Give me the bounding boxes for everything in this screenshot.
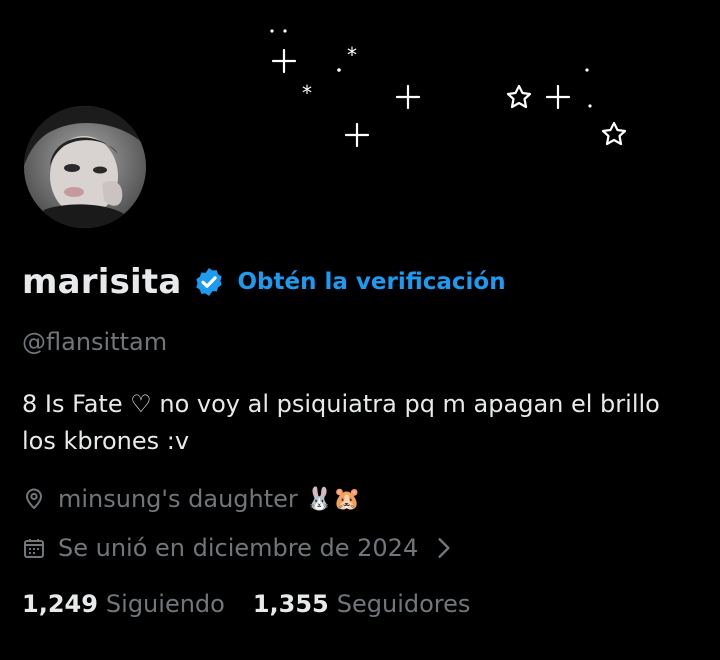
svg-text:*: * bbox=[347, 43, 357, 67]
verified-badge-icon[interactable] bbox=[193, 266, 225, 298]
joined-row[interactable]: Se unió en diciembre de 2024 bbox=[22, 534, 468, 562]
avatar[interactable] bbox=[22, 104, 148, 230]
sparkle-2 bbox=[395, 84, 421, 110]
following-count: 1,249 bbox=[22, 590, 98, 618]
chevron-right-icon[interactable] bbox=[432, 536, 456, 560]
display-name: marisita bbox=[22, 262, 182, 302]
following-label: Siguiendo bbox=[105, 590, 225, 618]
sparkle-4 bbox=[545, 84, 571, 110]
following-link[interactable]: 1,249 Siguiendo bbox=[22, 590, 225, 618]
sparkle-1 bbox=[271, 48, 297, 74]
svg-text:*: * bbox=[302, 81, 312, 105]
name-row: marisita Obtén la verificación bbox=[22, 262, 506, 302]
sparkle-3 bbox=[344, 122, 370, 148]
avatar-image bbox=[24, 106, 146, 228]
followers-label: Seguidores bbox=[336, 590, 471, 618]
followers-link[interactable]: 1,355 Seguidores bbox=[253, 590, 471, 618]
location-emoji: 🐰🐹 bbox=[305, 486, 361, 512]
get-verified-link[interactable]: Obtén la verificación bbox=[237, 269, 505, 295]
follow-stats: 1,249 Siguiendo 1,355 Seguidores bbox=[22, 590, 470, 618]
followers-count: 1,355 bbox=[252, 590, 329, 618]
star-outline-1 bbox=[506, 84, 532, 109]
joined-date: Se unió en diciembre de 2024 bbox=[58, 534, 419, 562]
location-pin-icon bbox=[25, 488, 43, 510]
calendar-icon bbox=[24, 539, 44, 558]
bio-line-1: 8 Is Fate ♡ no voy al psiquiatra pq m ap… bbox=[22, 390, 660, 418]
location-text: minsung's daughter bbox=[58, 485, 298, 513]
star-outline-2 bbox=[601, 121, 627, 146]
username-handle: @flansittam bbox=[22, 328, 168, 356]
bio-line-2: los kbrones :v bbox=[22, 427, 190, 455]
location-row: minsung's daughter 🐰🐹 bbox=[22, 485, 361, 513]
bio: 8 Is Fate ♡ no voy al psiquiatra pq m ap… bbox=[22, 386, 702, 460]
